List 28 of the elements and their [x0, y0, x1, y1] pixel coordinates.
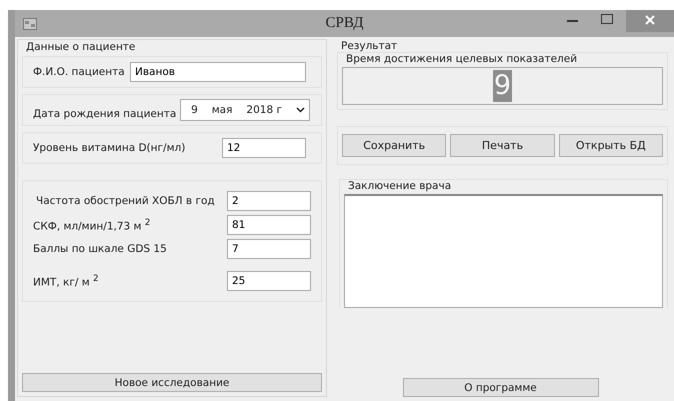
parameter-field[interactable]: 81 — [227, 215, 311, 235]
result-value: 9 — [492, 70, 512, 102]
field-label: Баллы по шкале GDS 15 — [33, 243, 167, 255]
window-title: СРВД — [325, 15, 364, 32]
group-title: Данные о пациенте — [26, 41, 136, 53]
close-icon[interactable] — [626, 10, 674, 32]
about-button[interactable]: О программе — [402, 378, 598, 397]
action-button[interactable]: Открыть БД — [558, 134, 663, 157]
field-label: Уровень витамина D(нг/мл) — [33, 142, 186, 154]
parameter-field[interactable]: 25 — [227, 271, 311, 291]
name-field[interactable]: Иванов — [130, 62, 306, 82]
field-label: ИМТ, кг/ м $^{2}$ — [33, 274, 99, 288]
field-label: Частота обострений ХОБЛ в год — [36, 195, 215, 207]
group-title: Результат — [341, 40, 398, 52]
date-picker[interactable]: 9 мая 2018 г — [180, 99, 310, 121]
parameter-field[interactable]: 2 — [227, 191, 311, 211]
action-button[interactable]: Сохранить — [342, 134, 446, 157]
new-study-button[interactable]: Новое исследование — [22, 373, 322, 392]
field-label: Дата рождения пациента — [33, 108, 176, 120]
chevron-icon — [296, 107, 305, 113]
parameter-field[interactable]: 7 — [227, 239, 311, 259]
group-title: Заключение врача — [348, 180, 452, 192]
field-label: СКФ, мл/мин/1,73 м $^{2}$ — [33, 218, 150, 232]
field-label: Ф.И.О. пациента — [33, 66, 125, 78]
app-icon — [23, 18, 37, 30]
action-button[interactable]: Печать — [450, 134, 555, 157]
group-title: Время достижения целевых показателей — [346, 53, 578, 65]
vitamin-field[interactable]: 12 — [222, 138, 306, 158]
